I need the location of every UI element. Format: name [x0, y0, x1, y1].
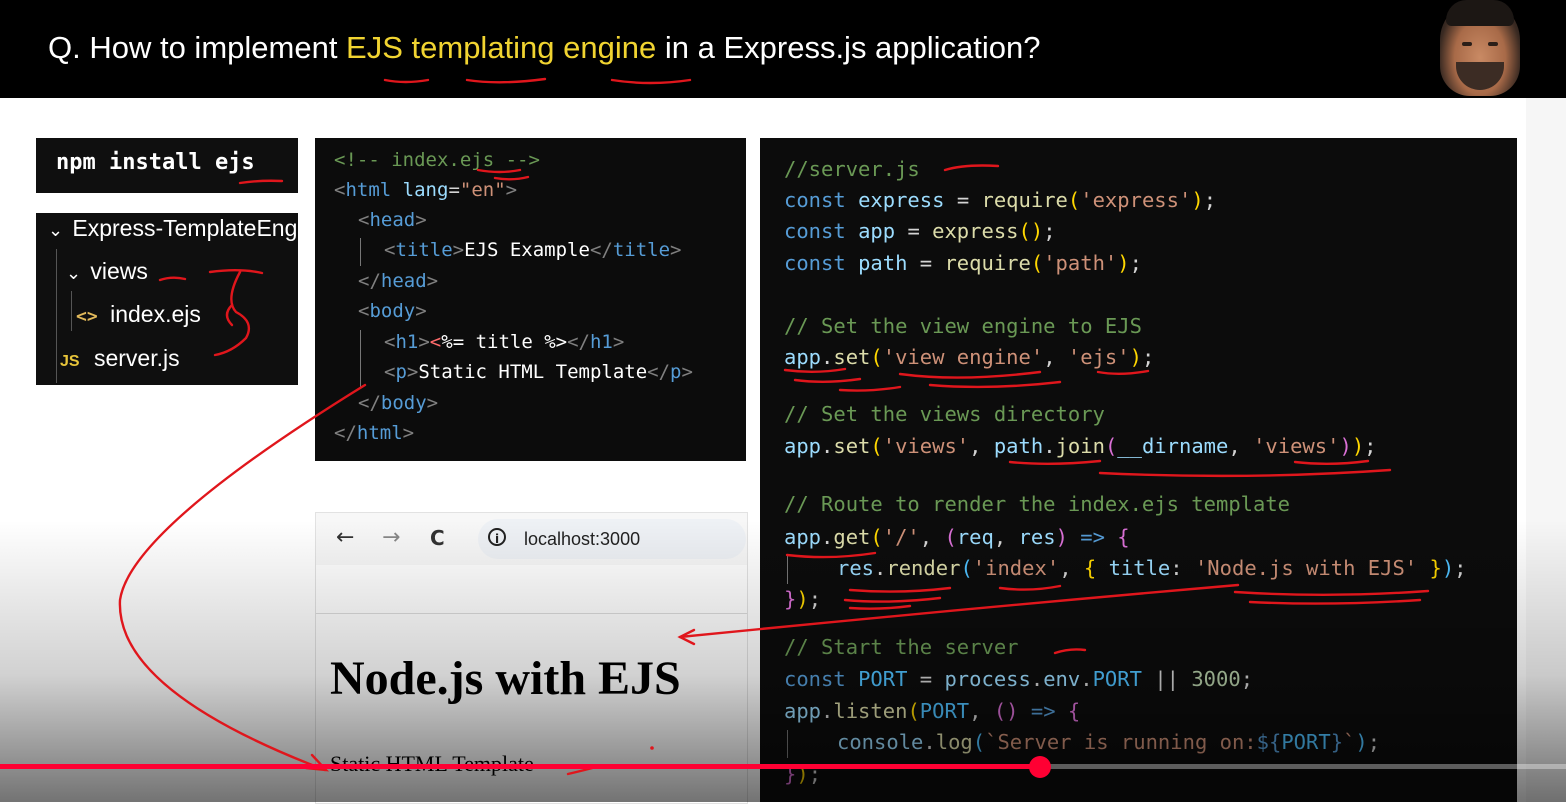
npm-command-text: npm install ejs: [56, 150, 255, 175]
indent-guide: [787, 730, 788, 758]
title-highlight: EJS templating engine: [346, 30, 657, 65]
code-line: app.listen(PORT, () => {: [784, 699, 1081, 723]
forward-arrow-icon[interactable]: →: [382, 525, 400, 550]
npm-command-box: npm install ejs: [36, 138, 298, 193]
title-suffix: in a Express.js application?: [656, 30, 1041, 65]
server-js-code-panel: //server.js const express = require('exp…: [760, 138, 1517, 802]
indent-guide: [360, 330, 361, 388]
indent-guide: [787, 556, 788, 584]
code-line: res.render('index', { title: 'Node.js wi…: [837, 556, 1467, 580]
index-ejs-code-panel: <!-- index.ejs --> <html lang="en"> <hea…: [315, 138, 746, 461]
code-line: // Route to render the index.ejs templat…: [784, 492, 1291, 516]
code-line: <title>EJS Example</title>: [384, 239, 682, 261]
explorer-root-label: Express-TemplateEngine: [72, 215, 298, 241]
progress-fill: [0, 764, 1040, 769]
chevron-down-icon: ⌄: [48, 220, 64, 240]
code-line: });: [784, 587, 822, 611]
code-line: app.get('/', (req, res) => {: [784, 525, 1130, 549]
code-line: console.log(`Server is running on:${PORT…: [837, 730, 1381, 754]
explorer-views-label: views: [90, 258, 148, 284]
explorer-file-server-js[interactable]: JS server.js: [60, 345, 180, 372]
address-bar[interactable]: i localhost:3000: [478, 519, 746, 559]
tree-guide-line: [56, 249, 57, 383]
slide-title: Q. How to implement EJS templating engin…: [48, 30, 1041, 66]
slide-header: Q. How to implement EJS templating engin…: [0, 0, 1566, 98]
address-url: localhost:3000: [524, 529, 641, 549]
slide-right-strip: [1526, 98, 1566, 802]
browser-preview: ← → C i localhost:3000 Node.js with EJS …: [315, 512, 748, 804]
code-line: const PORT = process.env.PORT || 3000;: [784, 667, 1254, 691]
code-brackets-icon: <>: [76, 306, 98, 327]
explorer-file-index-ejs[interactable]: <> index.ejs: [76, 301, 201, 328]
code-line: app.set('view engine', 'ejs');: [784, 345, 1155, 369]
avatar-left-eye: [1462, 42, 1472, 46]
code-line: //server.js: [784, 157, 920, 181]
explorer-index-label: index.ejs: [110, 301, 201, 327]
code-line: // Set the views directory: [784, 402, 1105, 426]
presenter-avatar: [1440, 0, 1520, 96]
file-explorer: ⌄ Express-TemplateEngine ⌄ views <> inde…: [36, 213, 298, 385]
avatar-beard: [1456, 62, 1504, 90]
code-line: const path = require('path');: [784, 251, 1142, 275]
code-line: // Start the server: [784, 635, 1019, 659]
code-line: // Set the view engine to EJS: [784, 314, 1142, 338]
js-file-icon: JS: [60, 353, 80, 370]
explorer-folder-views[interactable]: ⌄ views: [66, 258, 148, 285]
reload-icon[interactable]: C: [430, 526, 445, 550]
avatar-hair: [1446, 0, 1514, 26]
site-info-icon[interactable]: i: [488, 528, 506, 546]
explorer-server-label: server.js: [93, 345, 180, 371]
explorer-root-folder[interactable]: ⌄ Express-TemplateEngine: [48, 215, 298, 242]
code-line: <h1><%= title %></h1>: [384, 331, 625, 353]
back-arrow-icon[interactable]: ←: [336, 525, 354, 550]
browser-toolbar: ← → C i localhost:3000: [316, 513, 747, 565]
avatar-right-eye: [1488, 42, 1498, 46]
code-line: </body>: [358, 392, 439, 414]
code-line: const express = require('express');: [784, 188, 1217, 212]
code-line: <head>: [358, 209, 427, 231]
code-line: <html lang="en">: [334, 179, 518, 201]
indent-guide: [360, 238, 361, 266]
rendered-heading: Node.js with EJS: [330, 652, 681, 705]
chevron-down-icon: ⌄: [66, 263, 82, 283]
code-line: <!-- index.ejs -->: [334, 149, 540, 171]
code-line: const app = express();: [784, 219, 1056, 243]
code-line: </head>: [358, 270, 439, 292]
page-divider: [316, 613, 747, 614]
tree-guide-line: [71, 291, 72, 331]
code-line: app.set('views', path.join(__dirname, 'v…: [784, 434, 1377, 458]
progress-scrubber[interactable]: [1029, 756, 1051, 778]
code-line: <body>: [358, 300, 427, 322]
title-prefix: Q. How to implement: [48, 30, 347, 65]
code-line: </html>: [334, 422, 415, 444]
code-line: <p>Static HTML Template</p>: [384, 361, 693, 383]
